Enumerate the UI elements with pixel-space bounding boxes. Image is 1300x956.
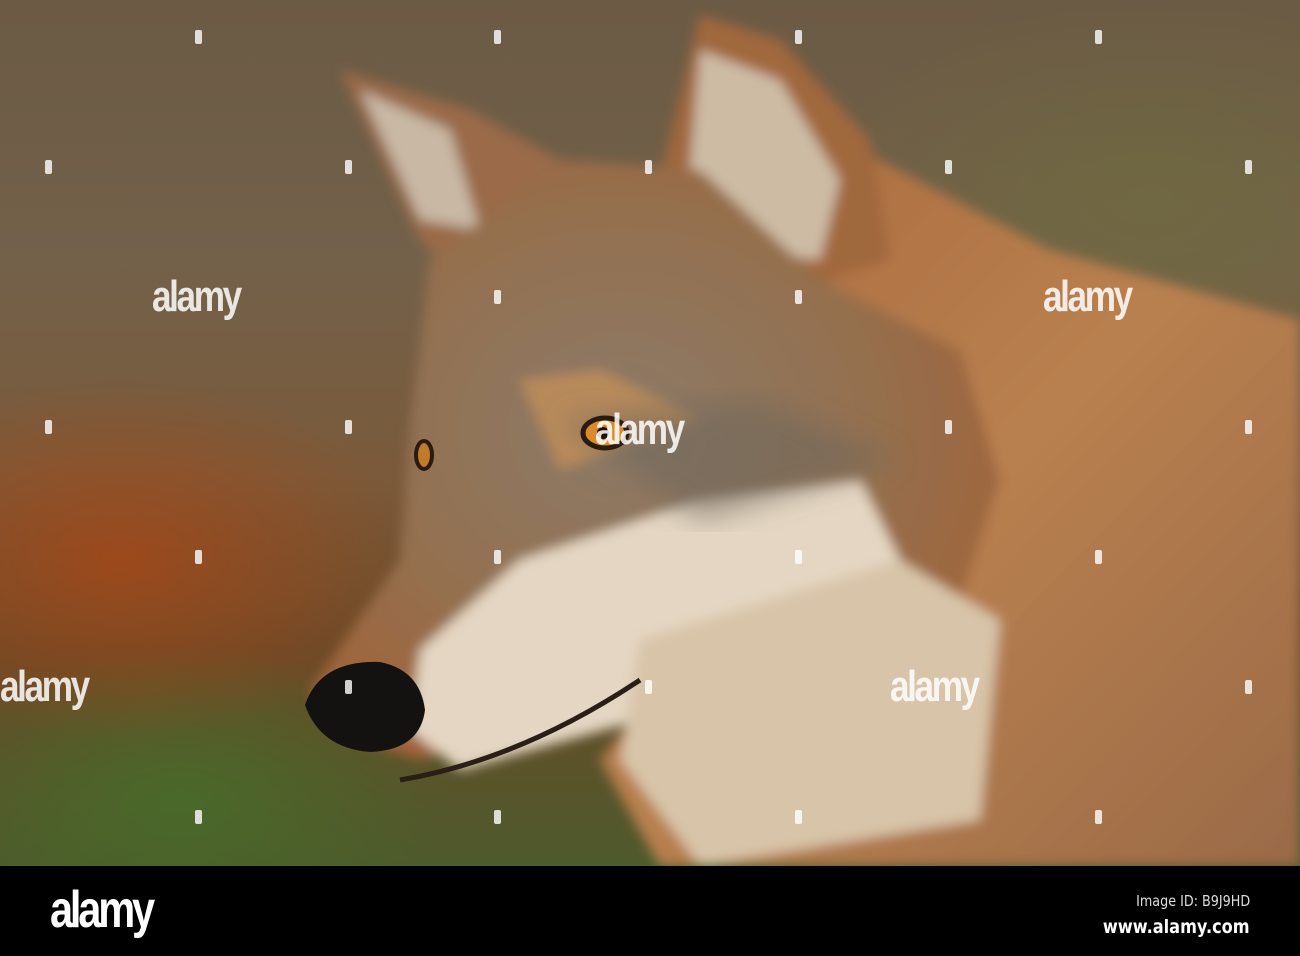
footer-bar: alamy Image ID: B9J9HD www.alamy.com [0, 866, 1300, 956]
website-link[interactable]: www.alamy.com [1103, 916, 1250, 938]
watermark-text: alamy [595, 405, 685, 454]
watermark-text: alamy [0, 662, 90, 711]
watermark-text: alamy [1043, 272, 1133, 321]
watermark-text: alamy [890, 662, 980, 711]
image-id: Image ID: B9J9HD [1135, 892, 1250, 910]
stock-photo-page: alamy alamy alamy alamy alamy alamy Imag… [0, 0, 1300, 956]
watermark-text: alamy [152, 272, 242, 321]
alamy-logo[interactable]: alamy [50, 880, 155, 940]
wolf-photo: alamy alamy alamy alamy alamy [0, 0, 1300, 866]
